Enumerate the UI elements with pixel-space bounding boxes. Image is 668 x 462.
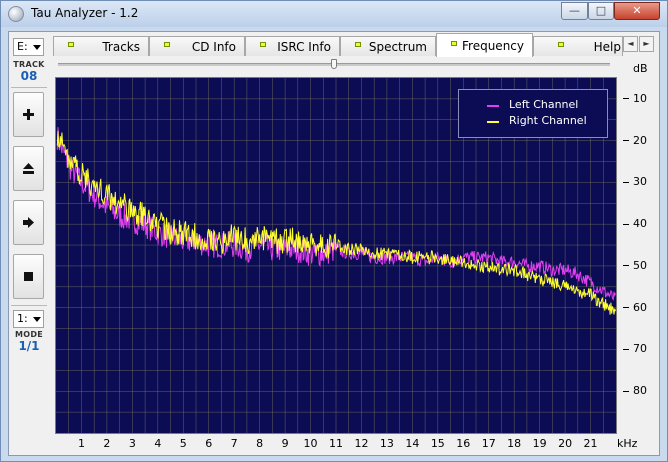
x-tick-label: 7: [230, 437, 238, 450]
tab-frequency[interactable]: Frequency: [436, 33, 533, 57]
tab-indicator-icon: [68, 42, 74, 47]
x-tick-label: 4: [154, 437, 162, 450]
x-tick-label: 1: [77, 437, 85, 450]
y-tick-label: 10: [623, 92, 647, 105]
x-tick-label: 18: [507, 437, 522, 450]
legend-right-swatch: [487, 121, 499, 123]
play-icon: [23, 217, 34, 228]
mode-select[interactable]: 1:: [13, 310, 44, 328]
minimize-button[interactable]: —: [561, 2, 588, 20]
x-tick-label: 2: [103, 437, 111, 450]
tab-tracks[interactable]: Tracks: [53, 36, 149, 56]
legend-left-swatch: [487, 105, 499, 107]
track-label: TRACK: [13, 60, 45, 69]
y-tick-label: 40: [623, 217, 647, 230]
plus-icon: [23, 109, 34, 120]
stop-icon: [24, 272, 33, 281]
add-button[interactable]: [13, 92, 44, 137]
tab-help[interactable]: Help: [533, 36, 623, 56]
divider: [11, 305, 47, 306]
close-button[interactable]: ✕: [614, 2, 660, 20]
y-tick-mark: [623, 98, 629, 100]
y-tick-mark: [623, 307, 629, 309]
legend-right-label: Right Channel: [509, 114, 587, 127]
mode-value: 1/1: [18, 339, 40, 353]
frequency-plot: Left Channel Right Channel: [55, 77, 617, 434]
x-tick-label: 15: [430, 437, 445, 450]
mode-label: MODE: [14, 330, 44, 339]
x-tick-label: 3: [128, 437, 136, 450]
x-tick-label: 5: [179, 437, 187, 450]
window-title: Tau Analyzer - 1.2: [31, 6, 139, 20]
tab-label: CD Info: [191, 40, 236, 54]
eject-button[interactable]: [13, 146, 44, 191]
x-tick-label: 20: [558, 437, 573, 450]
x-tick-label: 9: [281, 437, 289, 450]
y-tick-label: 60: [623, 301, 647, 314]
y-tick-mark: [623, 223, 629, 225]
x-axis-unit: kHz: [617, 437, 638, 450]
x-tick-label: 14: [405, 437, 420, 450]
y-tick-mark: [623, 140, 629, 142]
tab-label: Tracks: [102, 40, 140, 54]
tab-indicator-icon: [451, 41, 457, 46]
y-tick-label: 20: [623, 134, 647, 147]
divider: [11, 87, 47, 88]
y-tick-label: 50: [623, 259, 647, 272]
tab-label: ISRC Info: [277, 40, 331, 54]
y-tick-mark: [623, 181, 629, 183]
tab-spectrum[interactable]: Spectrum: [340, 36, 436, 56]
y-tick-label: 80: [623, 384, 647, 397]
drive-select[interactable]: E:: [13, 38, 44, 56]
position-slider-thumb[interactable]: [331, 59, 337, 69]
tab-label: Spectrum: [368, 40, 427, 54]
tab-indicator-icon: [355, 42, 361, 47]
y-tick-label: 30: [623, 175, 647, 188]
tab-cd-info[interactable]: CD Info: [149, 36, 245, 56]
x-tick-label: 8: [256, 437, 264, 450]
tab-indicator-icon: [260, 42, 266, 47]
tab-scroll-right-button[interactable]: ►: [639, 36, 654, 52]
stop-button[interactable]: [13, 254, 44, 299]
eject-icon: [23, 163, 34, 174]
tab-scroll-left-button[interactable]: ◄: [623, 36, 638, 52]
x-tick-label: 16: [456, 437, 471, 450]
chevron-down-icon: [33, 317, 41, 322]
chevron-down-icon: [33, 45, 41, 50]
legend-left-label: Left Channel: [509, 98, 579, 111]
track-number: 08: [20, 69, 38, 83]
client-area: E: TRACK 08 1: MODE 1/1 Tracks CD Info I…: [8, 31, 660, 456]
series-line-right-channel: [56, 130, 616, 315]
x-tick-label: 17: [481, 437, 496, 450]
x-tick-label: 10: [303, 437, 318, 450]
y-tick-label: 70: [623, 342, 647, 355]
x-tick-label: 6: [205, 437, 213, 450]
x-tick-label: 12: [354, 437, 369, 450]
tab-indicator-icon: [164, 42, 170, 47]
y-axis-unit: dB: [633, 62, 648, 75]
play-button[interactable]: [13, 200, 44, 245]
y-tick-mark: [623, 390, 629, 392]
x-tick-label: 11: [329, 437, 343, 450]
x-tick-label: 13: [379, 437, 394, 450]
app-window: Tau Analyzer - 1.2 — □ ✕ E: TRACK 08 1:: [0, 0, 668, 462]
drive-select-value: E:: [17, 40, 28, 53]
y-tick-mark: [623, 265, 629, 267]
x-tick-label: 21: [583, 437, 598, 450]
mode-select-value: 1:: [17, 312, 28, 325]
title-bar[interactable]: Tau Analyzer - 1.2 — □ ✕: [1, 1, 667, 27]
cd-disc-icon[interactable]: [8, 6, 24, 22]
maximize-button[interactable]: □: [588, 2, 614, 20]
chart-legend: Left Channel Right Channel: [458, 89, 608, 138]
y-tick-mark: [623, 348, 629, 350]
tab-label: Frequency: [462, 39, 524, 53]
x-tick-label: 19: [532, 437, 547, 450]
tab-indicator-icon: [558, 42, 564, 47]
tab-isrc-info[interactable]: ISRC Info: [245, 36, 340, 56]
tab-label: Help: [593, 40, 621, 54]
